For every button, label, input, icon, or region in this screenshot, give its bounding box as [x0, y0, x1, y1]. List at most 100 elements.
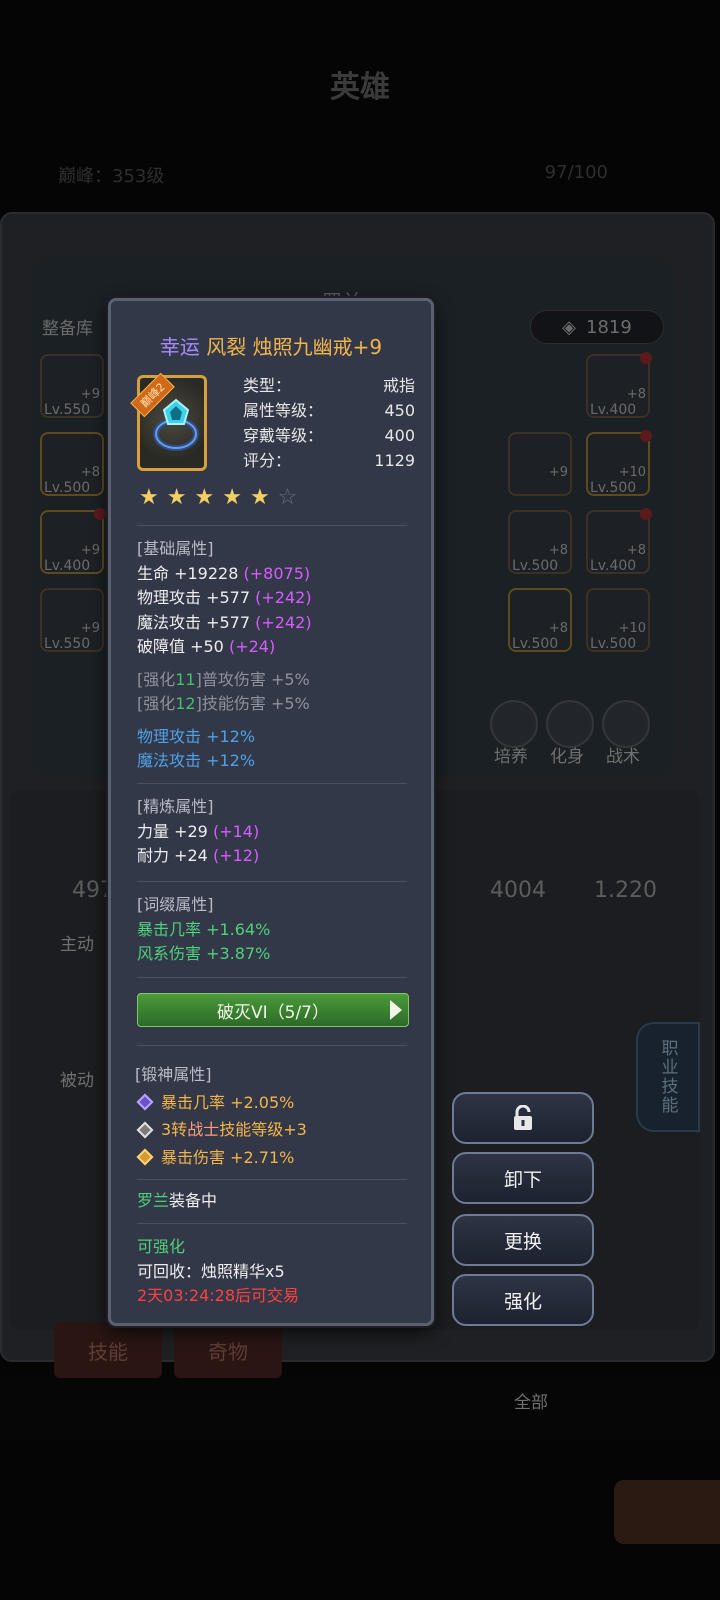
stat-row: 耐力 +24 (+12): [137, 846, 260, 865]
can-enhance-text: 可强化: [137, 1237, 186, 1256]
play-arrow-icon: [390, 1000, 402, 1020]
train-button[interactable]: [490, 700, 538, 748]
item-footer: 可强化 可回收：烛照精华x5 2天03:24:28后可交易: [137, 1235, 417, 1309]
section-header: [基础属性]: [137, 539, 214, 558]
forge-attributes: [锻神属性] 暴击几率 +2.05% 3转战士技能等级+3 暴击伤害 +2.71…: [135, 1061, 415, 1171]
enhance-bonus-row: [强化11]普攻伤害 +5%: [137, 669, 310, 689]
affix-row: 暴击几率 +1.64%: [137, 919, 271, 939]
peak-progress: 97/100: [544, 162, 608, 183]
equipment-slot[interactable]: +9 Lv.550: [40, 588, 104, 652]
red-dot-badge: [640, 352, 652, 364]
silver-diamond-icon: [136, 1121, 154, 1139]
active-skills-heading: 主动: [60, 935, 94, 955]
item-info-table: 类型： 戒指 属性等级： 450 穿戴等级： 400 评分： 1129: [243, 373, 415, 473]
passive-skills-heading: 被动: [60, 1071, 94, 1091]
item-prefix: 幸运: [159, 335, 200, 359]
power-value: 1819: [586, 316, 632, 338]
info-row-score: 评分： 1129: [243, 451, 415, 470]
divider: [137, 977, 407, 978]
equipped-status: 罗兰装备中: [137, 1191, 218, 1210]
avatar-label: 化身: [550, 747, 584, 767]
avatar-button[interactable]: [546, 700, 594, 748]
power-badge: ◈ 1819: [530, 310, 664, 344]
equipment-slot[interactable]: +8 Lv.500: [508, 588, 572, 652]
class-skill-tab[interactable]: 职业技能: [636, 1022, 700, 1132]
affix-attributes: [词缀属性] 暴击几率 +1.64% 风系伤害 +3.87%: [137, 893, 417, 967]
set-bonus-label: 破灭VI（5/7）: [216, 1002, 329, 1023]
screen-title: 英雄: [330, 70, 390, 105]
red-dot-badge: [640, 508, 652, 520]
item-title: 幸运 风裂 烛照九幽戒+9: [111, 331, 431, 360]
equipment-slot[interactable]: +8 Lv.400: [586, 352, 652, 418]
refine-attributes: [精炼属性] 力量 +29 (+14) 耐力 +24 (+12): [137, 795, 417, 869]
star-filled-icon: ★: [139, 485, 159, 510]
info-row-attr-level: 属性等级： 450: [243, 401, 415, 420]
stat-row: 物理攻击 +577 (+242): [137, 588, 312, 607]
unequip-button[interactable]: 卸下: [452, 1152, 594, 1204]
star-filled-icon: ★: [222, 485, 242, 510]
equipment-slot[interactable]: +8 Lv.500: [40, 432, 104, 496]
base-attributes: [基础属性] 生命 +19228 (+8075) 物理攻击 +577 (+242…: [137, 537, 417, 774]
filter-all[interactable]: 全部: [514, 1388, 548, 1413]
purple-diamond-icon: [136, 1093, 154, 1111]
divider: [137, 1179, 407, 1180]
unlock-icon: [514, 1105, 532, 1130]
item-name: 风裂 烛照九幽戒+9: [206, 335, 383, 359]
lock-button[interactable]: [452, 1092, 594, 1144]
star-filled-icon: ★: [166, 485, 187, 510]
equipment-slot[interactable]: +8 Lv.500: [508, 510, 572, 574]
stat-row: 生命 +19228 (+8075): [137, 563, 311, 583]
stat-mid: 4004: [490, 878, 546, 903]
storage-button[interactable]: 整备库: [42, 314, 93, 339]
equipment-slot[interactable]: +8 Lv.400: [586, 508, 652, 574]
enhance-button[interactable]: 强化: [452, 1274, 594, 1326]
equipment-slot[interactable]: +9 Lv.400: [40, 508, 106, 574]
red-dot-badge: [640, 430, 652, 442]
red-dot-badge: [94, 508, 106, 520]
divider: [137, 783, 407, 784]
star-filled-icon: ★: [249, 485, 270, 510]
forge-row: 暴击几率 +2.05%: [135, 1089, 415, 1117]
divider: [137, 881, 407, 882]
extra-stat-row: 物理攻击 +12%: [137, 726, 256, 746]
tactics-label: 战术: [606, 747, 640, 767]
section-header: [精炼属性]: [137, 797, 214, 816]
next-arrow-button[interactable]: [614, 1480, 720, 1544]
section-header: [词缀属性]: [137, 895, 214, 914]
item-icon-frame: 巅峰2: [130, 372, 207, 471]
item-tooltip: 幸运 风裂 烛照九幽戒+9 巅峰2 类型： 戒指 属性等级： 450 穿戴等级：…: [108, 298, 434, 1326]
equipment-slot[interactable]: +10 Lv.500: [586, 588, 650, 652]
affix-row: 风系伤害 +3.87%: [137, 944, 271, 963]
power-icon: ◈: [562, 316, 577, 338]
forge-row: 3转战士技能等级+3: [135, 1116, 415, 1144]
stat-row: 破障值 +50 (+24): [137, 637, 276, 656]
bottom-navigation: [0, 1470, 720, 1600]
filter-bar: 全部: [0, 1378, 720, 1438]
equipped-hero-name: 罗兰: [137, 1191, 170, 1210]
tab-artifacts[interactable]: 奇物: [174, 1322, 282, 1378]
train-label: 培养: [494, 747, 528, 767]
info-row-type: 类型： 戒指: [243, 376, 415, 395]
star-filled-icon: ★: [194, 485, 215, 510]
info-row-wear-level: 穿戴等级： 400: [243, 426, 415, 445]
stat-right: 1.220: [594, 878, 657, 903]
divider: [137, 1223, 407, 1224]
peak-level: 巅峰：353级: [58, 166, 165, 187]
equipment-slot[interactable]: +9 Lv.550: [40, 354, 104, 418]
stat-row: 魔法攻击 +577 (+242): [137, 612, 312, 632]
equipment-slot[interactable]: +10 Lv.500: [586, 430, 652, 496]
gold-diamond-icon: [136, 1148, 154, 1166]
extra-stat-row: 魔法攻击 +12%: [137, 751, 256, 770]
star-empty-icon: ☆: [277, 485, 298, 510]
set-bonus-bar[interactable]: 破灭VI（5/7）: [137, 993, 409, 1027]
forge-row: 暴击伤害 +2.71%: [135, 1144, 415, 1172]
section-header: [锻神属性]: [135, 1065, 212, 1084]
enhance-bonus-row: [强化12]技能伤害 +5%: [137, 694, 310, 713]
tab-skills[interactable]: 技能: [54, 1322, 162, 1378]
recycle-text: 可回收：烛照精华x5: [137, 1261, 285, 1281]
star-rating: ★ ★ ★ ★ ★ ☆: [139, 485, 297, 510]
tactics-button[interactable]: [602, 700, 650, 748]
replace-button[interactable]: 更换: [452, 1214, 594, 1266]
equipment-slot[interactable]: +9: [508, 432, 572, 496]
stat-row: 力量 +29 (+14): [137, 821, 260, 841]
